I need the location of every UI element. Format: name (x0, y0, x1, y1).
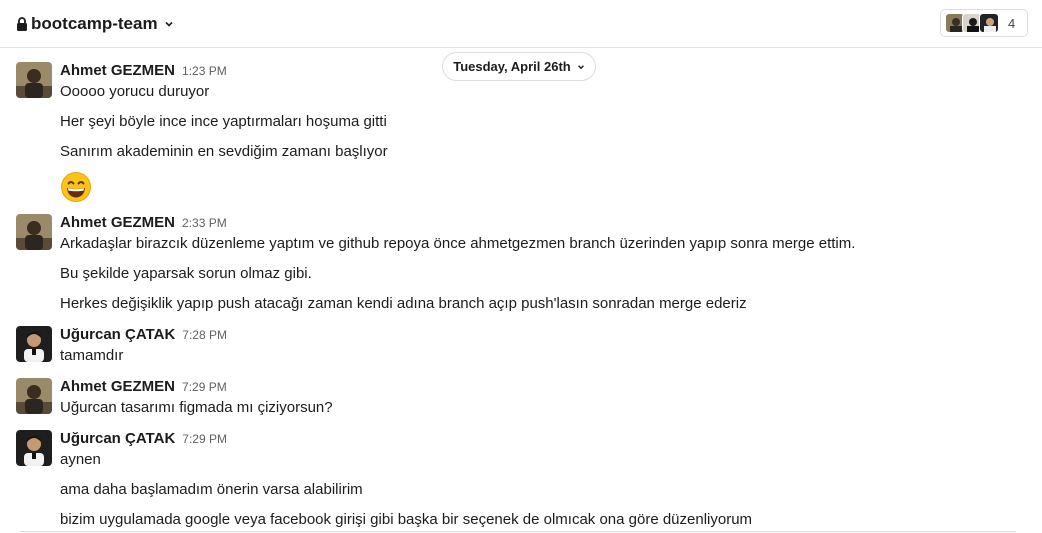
sender-name[interactable]: Ahmet GEZMEN (60, 378, 175, 395)
message-text: Her şeyi böyle ince ince yaptırmaları ho… (60, 113, 387, 130)
message-text: Bu şekilde yaparsak sorun olmaz gibi. (60, 265, 312, 282)
member-count: 4 (1008, 15, 1016, 31)
sender-name[interactable]: Ahmet GEZMEN (60, 214, 175, 231)
message-text: Ooooo yorucu duruyor (60, 83, 210, 100)
message-text: Uğurcan tasarımı figmada mı çiziyorsun? (60, 399, 333, 416)
avatar[interactable] (16, 430, 52, 466)
channel-title: bootcamp-team (31, 14, 158, 33)
message-header: Ahmet GEZMEN 1:23 PM (60, 62, 227, 80)
member-list-button[interactable]: 4 (940, 9, 1028, 37)
chevron-down-icon (165, 21, 173, 27)
message-text: bizim uygulamada google veya facebook gi… (60, 511, 753, 528)
message-text: tamamdır (60, 347, 124, 364)
message-header: Ahmet GEZMEN 2:33 PM (60, 214, 227, 232)
message-text: aynen (60, 451, 101, 468)
member-avatar (979, 13, 999, 33)
message-timestamp[interactable]: 7:29 PM (182, 380, 227, 394)
message-text: Arkadaşlar birazcık düzenleme yaptım ve … (60, 235, 856, 252)
avatar[interactable] (16, 378, 52, 414)
message-header: Ahmet GEZMEN 7:29 PM (60, 378, 227, 396)
message-header: Uğurcan ÇATAK 7:29 PM (60, 430, 227, 448)
date-divider-label: Tuesday, April 26th (453, 59, 571, 74)
grinning-face-emoji-icon (61, 172, 91, 202)
lock-icon (17, 17, 27, 31)
member-avatars (945, 13, 999, 33)
date-divider-button[interactable]: Tuesday, April 26th (442, 52, 596, 81)
message-text: Sanırım akademinin en sevdiğim zamanı ba… (60, 143, 388, 160)
sender-name[interactable]: Uğurcan ÇATAK (60, 326, 175, 343)
message-timestamp[interactable]: 7:28 PM (182, 328, 227, 342)
message-text: Herkes değişiklik yapıp push atacağı zam… (60, 295, 747, 312)
avatar[interactable] (16, 62, 52, 98)
avatar[interactable] (16, 326, 52, 362)
chevron-down-icon (577, 64, 584, 69)
sender-name[interactable]: Uğurcan ÇATAK (60, 430, 175, 447)
avatar[interactable] (16, 214, 52, 250)
message-text: ama daha başlamadım önerin varsa alabili… (60, 481, 363, 498)
sender-name[interactable]: Ahmet GEZMEN (60, 62, 175, 79)
divider (20, 531, 1016, 532)
message-timestamp[interactable]: 7:29 PM (182, 432, 227, 446)
channel-header: bootcamp-team 4 (0, 0, 1042, 48)
channel-name-button[interactable]: bootcamp-team (16, 12, 174, 36)
message-timestamp[interactable]: 1:23 PM (182, 64, 227, 78)
message-header: Uğurcan ÇATAK 7:28 PM (60, 326, 227, 344)
message-timestamp[interactable]: 2:33 PM (182, 216, 227, 230)
